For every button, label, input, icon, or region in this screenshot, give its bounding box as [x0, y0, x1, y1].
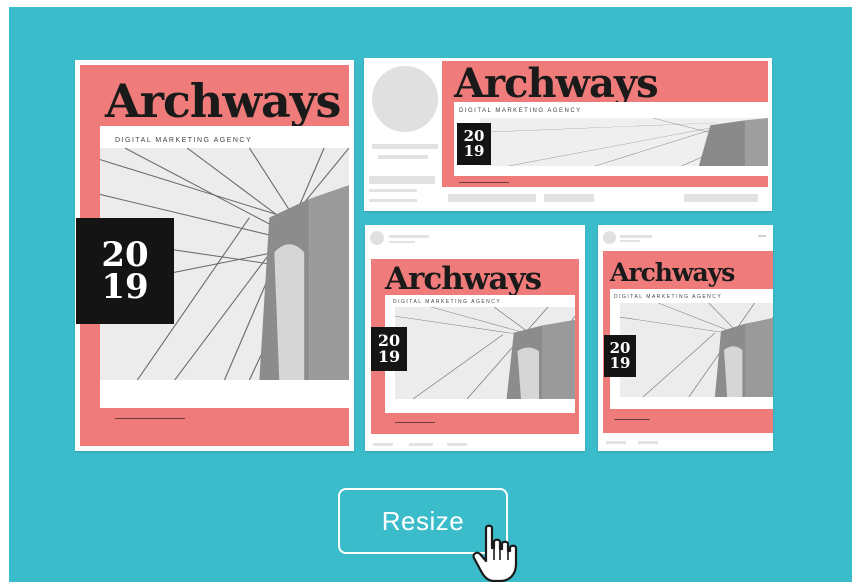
- cover-action-placeholder-2: [544, 194, 594, 202]
- cover-tagline: DIGITAL MARKETING AGENCY: [459, 108, 582, 114]
- resize-button-label: Resize: [381, 505, 465, 536]
- cover-year-box: 20 19: [457, 123, 491, 165]
- profile-name-placeholder: [372, 144, 438, 149]
- poster-year-bottom: 19: [101, 267, 149, 307]
- square-year-bottom: 19: [377, 347, 401, 366]
- story-avatar-placeholder: [603, 231, 616, 244]
- cover-title: Archways: [454, 60, 659, 107]
- story-year-bottom: 19: [609, 354, 631, 372]
- profile-button-placeholder: [369, 176, 435, 184]
- poster-tagline: DIGITAL MARKETING AGENCY: [115, 137, 253, 144]
- square-bridge-photo: [395, 307, 575, 399]
- post-comment-placeholder: [409, 443, 433, 446]
- cover-bridge-photo: [480, 118, 768, 166]
- story-author-placeholder: [620, 235, 652, 238]
- square-post-design-card[interactable]: Archways DIGITAL MARKETING AGENCY 20 19: [365, 225, 585, 451]
- story-bridge-photo: [620, 303, 773, 397]
- story-footer-line: [614, 419, 650, 420]
- story-post-design-card[interactable]: Archways DIGITAL MARKETING AGENCY 20 19: [598, 225, 773, 451]
- story-title: Archways: [610, 258, 735, 287]
- poster-footer-line: [115, 418, 185, 419]
- profile-meta-placeholder: [369, 189, 417, 192]
- cover-footer-line: [459, 182, 509, 183]
- post-author-placeholder: [389, 235, 429, 238]
- cover-design-card[interactable]: Archways DIGITAL MARKETING AGENCY 20 19: [364, 58, 772, 211]
- profile-avatar-placeholder: [372, 66, 438, 132]
- post-like-placeholder: [373, 443, 393, 446]
- story-date-placeholder: [620, 240, 640, 242]
- poster-title: Archways: [105, 74, 341, 128]
- story-year-box: 20 19: [604, 335, 636, 377]
- square-year-box: 20 19: [371, 327, 407, 371]
- story-like-placeholder: [606, 441, 626, 444]
- square-footer-line: [395, 422, 435, 423]
- story-more-placeholder: [758, 235, 766, 237]
- story-tagline: DIGITAL MARKETING AGENCY: [614, 294, 723, 300]
- hand-pointer-icon: [472, 524, 522, 582]
- square-title: Archways: [385, 261, 542, 297]
- profile-meta-placeholder-2: [369, 199, 417, 202]
- profile-subtitle-placeholder: [378, 155, 428, 159]
- canvas-background: Archways DIGITAL MARKETING AGENCY 20 19 …: [9, 7, 852, 582]
- story-comment-placeholder: [638, 441, 658, 444]
- poster-year-box: 20 19: [76, 218, 174, 324]
- cover-action-placeholder: [448, 194, 536, 202]
- cover-action-placeholder-3: [684, 194, 758, 202]
- post-avatar-placeholder: [370, 231, 384, 245]
- poster-design-card[interactable]: Archways DIGITAL MARKETING AGENCY 20 19: [75, 60, 354, 451]
- post-share-placeholder: [447, 443, 467, 446]
- square-tagline: DIGITAL MARKETING AGENCY: [393, 299, 502, 305]
- cover-year-bottom: 19: [463, 142, 485, 160]
- post-date-placeholder: [389, 241, 415, 243]
